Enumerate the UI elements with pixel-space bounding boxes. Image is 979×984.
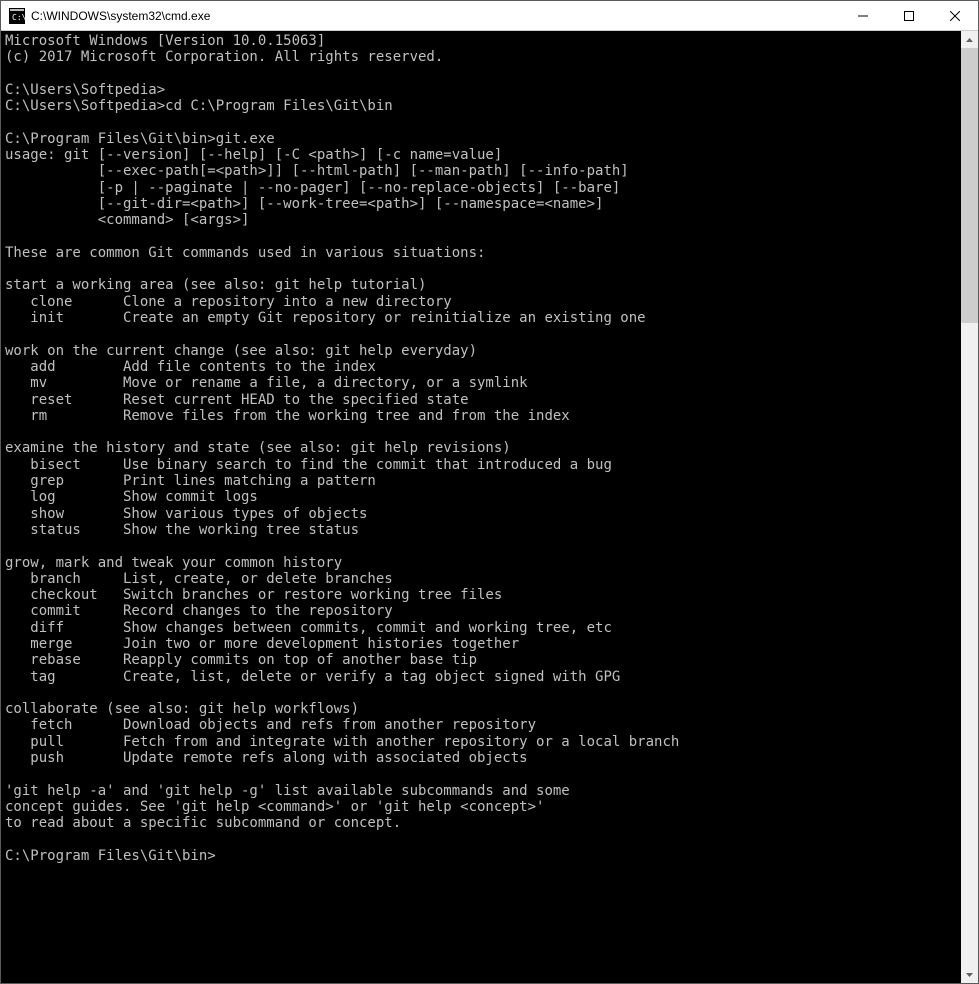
terminal-line <box>5 424 961 440</box>
scroll-track[interactable] <box>961 48 978 966</box>
terminal-line: rebase Reapply commits on top of another… <box>5 652 961 668</box>
close-button[interactable] <box>932 1 978 31</box>
terminal-line: to read about a specific subcommand or c… <box>5 815 961 831</box>
scroll-thumb[interactable] <box>961 48 978 323</box>
terminal-line <box>5 766 961 782</box>
terminal-line: (c) 2017 Microsoft Corporation. All righ… <box>5 49 961 65</box>
svg-text:C:\: C:\ <box>12 13 25 22</box>
terminal-line: [--exec-path[=<path>]] [--html-path] [--… <box>5 163 961 179</box>
terminal-line: rm Remove files from the working tree an… <box>5 408 961 424</box>
terminal-area: Microsoft Windows [Version 10.0.15063](c… <box>1 31 978 983</box>
terminal-line: C:\Program Files\Git\bin> <box>5 848 961 864</box>
terminal-line: show Show various types of objects <box>5 506 961 522</box>
terminal-line: C:\Program Files\Git\bin>git.exe <box>5 131 961 147</box>
terminal-line: collaborate (see also: git help workflow… <box>5 701 961 717</box>
terminal-line <box>5 685 961 701</box>
terminal-line: tag Create, list, delete or verify a tag… <box>5 669 961 685</box>
terminal-line <box>5 261 961 277</box>
terminal-line: Microsoft Windows [Version 10.0.15063] <box>5 33 961 49</box>
terminal-line: diff Show changes between commits, commi… <box>5 620 961 636</box>
window-title: C:\WINDOWS\system32\cmd.exe <box>31 9 840 23</box>
terminal-line: work on the current change (see also: gi… <box>5 343 961 359</box>
terminal-line: branch List, create, or delete branches <box>5 571 961 587</box>
terminal-line: grep Print lines matching a pattern <box>5 473 961 489</box>
terminal-line: bisect Use binary search to find the com… <box>5 457 961 473</box>
terminal-line <box>5 538 961 554</box>
cmd-icon: C:\ <box>9 8 25 24</box>
terminal-line: commit Record changes to the repository <box>5 603 961 619</box>
terminal-line: [-p | --paginate | --no-pager] [--no-rep… <box>5 180 961 196</box>
titlebar[interactable]: C:\ C:\WINDOWS\system32\cmd.exe <box>1 1 978 31</box>
terminal-line: [--git-dir=<path>] [--work-tree=<path>] … <box>5 196 961 212</box>
vertical-scrollbar[interactable] <box>961 31 978 983</box>
terminal-line: C:\Users\Softpedia> <box>5 82 961 98</box>
terminal-line: merge Join two or more development histo… <box>5 636 961 652</box>
terminal-line: concept guides. See 'git help <command>'… <box>5 799 961 815</box>
terminal-line: checkout Switch branches or restore work… <box>5 587 961 603</box>
terminal-line <box>5 66 961 82</box>
terminal-line <box>5 326 961 342</box>
terminal-line: C:\Users\Softpedia>cd C:\Program Files\G… <box>5 98 961 114</box>
terminal-line: grow, mark and tweak your common history <box>5 555 961 571</box>
terminal-line: 'git help -a' and 'git help -g' list ava… <box>5 783 961 799</box>
minimize-button[interactable] <box>840 1 886 31</box>
maximize-button[interactable] <box>886 1 932 31</box>
terminal-line <box>5 229 961 245</box>
terminal-line <box>5 832 961 848</box>
terminal-line: push Update remote refs along with assoc… <box>5 750 961 766</box>
terminal-line: mv Move or rename a file, a directory, o… <box>5 375 961 391</box>
terminal-line: pull Fetch from and integrate with anoth… <box>5 734 961 750</box>
terminal-line <box>5 114 961 130</box>
scroll-down-arrow-icon[interactable] <box>961 966 978 983</box>
terminal-line: examine the history and state (see also:… <box>5 440 961 456</box>
terminal-line: usage: git [--version] [--help] [-C <pat… <box>5 147 961 163</box>
terminal-line: reset Reset current HEAD to the specifie… <box>5 392 961 408</box>
terminal-line: clone Clone a repository into a new dire… <box>5 294 961 310</box>
terminal-line: add Add file contents to the index <box>5 359 961 375</box>
terminal-line: status Show the working tree status <box>5 522 961 538</box>
scroll-up-arrow-icon[interactable] <box>961 31 978 48</box>
terminal-line: <command> [<args>] <box>5 212 961 228</box>
terminal-line: start a working area (see also: git help… <box>5 277 961 293</box>
terminal-line: fetch Download objects and refs from ano… <box>5 717 961 733</box>
terminal-output[interactable]: Microsoft Windows [Version 10.0.15063](c… <box>1 31 961 983</box>
terminal-line: log Show commit logs <box>5 489 961 505</box>
terminal-line: These are common Git commands used in va… <box>5 245 961 261</box>
window-controls <box>840 1 978 30</box>
terminal-line: init Create an empty Git repository or r… <box>5 310 961 326</box>
